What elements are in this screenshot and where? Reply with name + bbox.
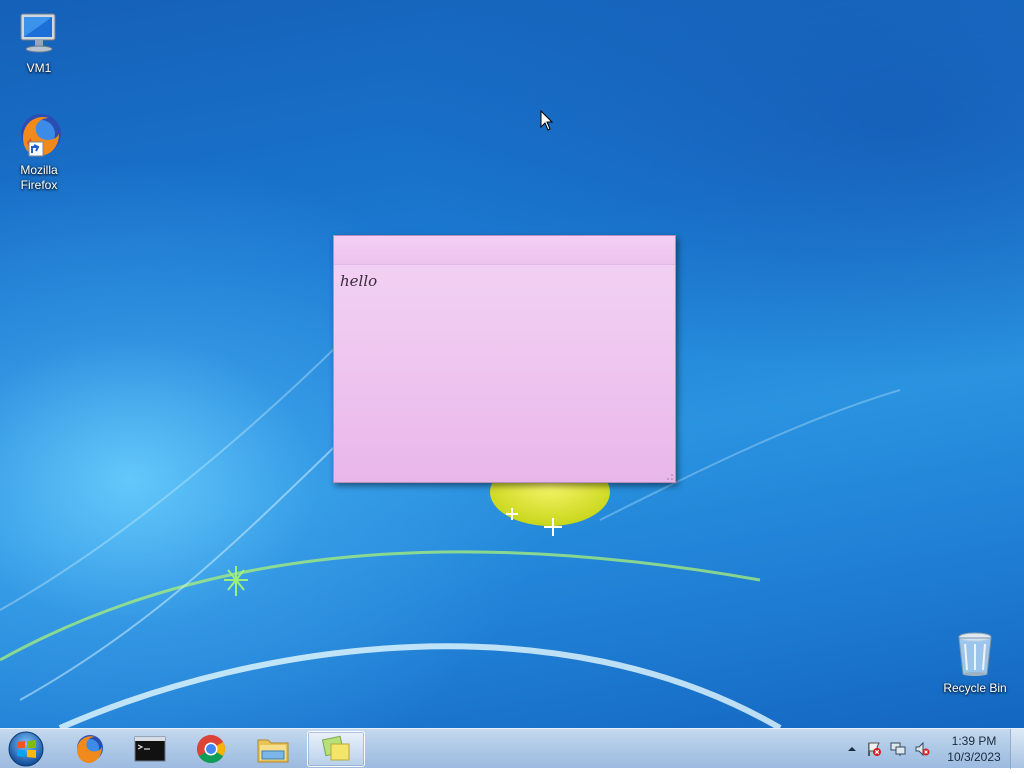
desktop-icon-vm1[interactable]: VM1 — [1, 10, 77, 76]
desktop-icon-firefox[interactable]: Mozilla Firefox — [1, 112, 77, 193]
network-icon[interactable] — [890, 741, 906, 757]
sticky-note-header[interactable] — [334, 236, 675, 265]
cmd-icon — [134, 736, 166, 762]
windows-start-orb-icon — [8, 731, 44, 767]
folder-icon — [257, 739, 289, 763]
volume-muted-icon[interactable] — [914, 741, 930, 757]
mouse-cursor-icon — [540, 110, 554, 131]
taskbar-explorer-button[interactable] — [244, 731, 302, 767]
action-center-flag-icon[interactable] — [866, 741, 882, 757]
clock-date: 10/3/2023 — [947, 750, 1001, 764]
taskbar-chrome-button[interactable] — [182, 731, 240, 767]
computer-icon — [15, 10, 63, 58]
taskbar-sticky-notes-button[interactable] — [307, 731, 365, 767]
desktop[interactable]: VM1 Mozilla Firefox Recycle Bin hello — [0, 0, 1024, 728]
taskbar-cmd-button[interactable] — [121, 731, 179, 767]
desktop-icon-label: Mozilla Firefox — [20, 163, 58, 192]
firefox-icon — [77, 735, 103, 763]
desktop-icon-recycle-bin[interactable]: Recycle Bin — [937, 630, 1013, 696]
recycle-bin-icon — [951, 630, 999, 678]
sticky-notes-icon — [321, 735, 350, 761]
start-button[interactable] — [6, 729, 46, 769]
clock[interactable]: 1:39 PM 10/3/2023 — [936, 733, 1012, 765]
sticky-note-text[interactable]: hello — [340, 272, 377, 290]
chrome-icon — [197, 735, 225, 763]
sticky-note[interactable]: hello — [333, 235, 676, 483]
clock-time: 1:39 PM — [951, 734, 997, 748]
show-desktop-button[interactable] — [1010, 729, 1024, 769]
show-hidden-icons-chevron-icon[interactable] — [844, 741, 860, 757]
desktop-icon-label: VM1 — [26, 61, 52, 75]
taskbar-firefox-button[interactable] — [60, 731, 118, 767]
taskbar: 1:39 PM 10/3/2023 — [0, 728, 1024, 769]
resize-grip-icon[interactable] — [665, 472, 673, 480]
firefox-icon — [15, 112, 63, 160]
desktop-icon-label: Recycle Bin — [943, 681, 1007, 695]
